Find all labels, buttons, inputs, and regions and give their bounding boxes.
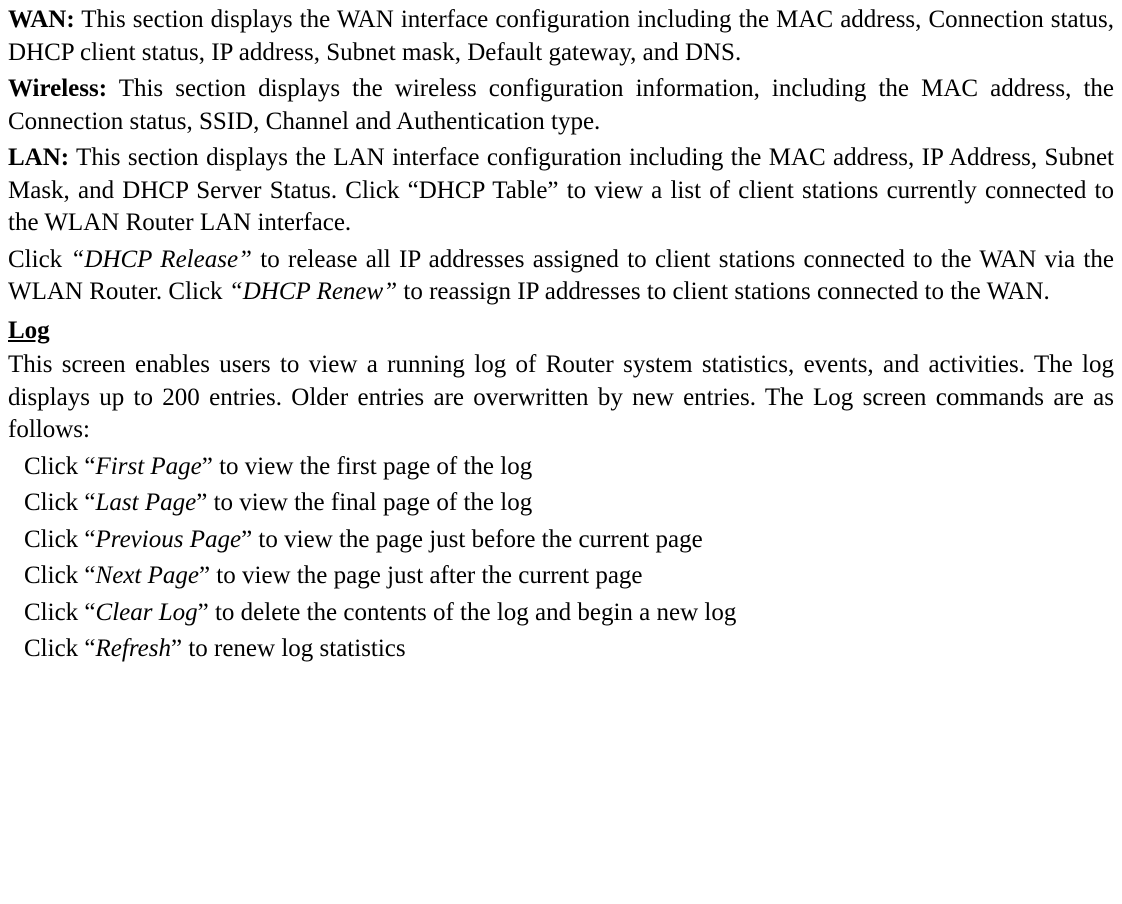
list-post: ” to view the first page of the log bbox=[202, 453, 532, 480]
list-item: Click “Clear Log” to delete the contents… bbox=[24, 597, 1114, 630]
heading-log: Log bbox=[8, 315, 1114, 348]
list-post: ” to view the page just before the curre… bbox=[241, 526, 703, 553]
text-wireless: This section displays the wireless confi… bbox=[8, 75, 1114, 135]
list-item: Click “Previous Page” to view the page j… bbox=[24, 524, 1114, 557]
paragraph-wireless: Wireless: This section displays the wire… bbox=[8, 73, 1114, 138]
paragraph-dhcp: Click “DHCP Release” to release all IP a… bbox=[8, 244, 1114, 309]
paragraph-lan: LAN: This section displays the LAN inter… bbox=[8, 142, 1114, 240]
text-dhcp-renew: “DHCP Renew” bbox=[229, 278, 397, 305]
label-wan: WAN: bbox=[8, 6, 75, 33]
list-cmd: Refresh bbox=[96, 635, 171, 662]
list-post: ” to renew log statistics bbox=[171, 635, 406, 662]
paragraph-wan: WAN: This section displays the WAN inter… bbox=[8, 4, 1114, 69]
list-cmd: Next Page bbox=[96, 562, 199, 589]
list-post: ” to view the final page of the log bbox=[196, 489, 532, 516]
list-pre: Click “ bbox=[24, 635, 96, 662]
label-wireless: Wireless: bbox=[8, 75, 107, 102]
label-lan: LAN: bbox=[8, 144, 69, 171]
text-dhcp-post: to reassign IP addresses to client stati… bbox=[397, 278, 1050, 305]
list-post: ” to view the page just after the curren… bbox=[199, 562, 643, 589]
text-dhcp-pre: Click bbox=[8, 246, 70, 273]
text-dhcp-release: “DHCP Release” bbox=[70, 246, 251, 273]
list-post: ” to delete the contents of the log and … bbox=[198, 599, 737, 626]
list-pre: Click “ bbox=[24, 453, 96, 480]
list-cmd: Clear Log bbox=[96, 599, 198, 626]
list-pre: Click “ bbox=[24, 599, 96, 626]
list-pre: Click “ bbox=[24, 526, 96, 553]
list-cmd: Previous Page bbox=[96, 526, 242, 553]
list-cmd: First Page bbox=[96, 453, 202, 480]
list-item: Click “Last Page” to view the final page… bbox=[24, 487, 1114, 520]
list-item: Click “Next Page” to view the page just … bbox=[24, 560, 1114, 593]
list-item: Click “First Page” to view the first pag… bbox=[24, 451, 1114, 484]
list-item: Click “Refresh” to renew log statistics bbox=[24, 633, 1114, 666]
text-lan: This section displays the LAN interface … bbox=[8, 144, 1114, 236]
list-cmd: Last Page bbox=[96, 489, 197, 516]
list-pre: Click “ bbox=[24, 489, 96, 516]
text-wan: This section displays the WAN interface … bbox=[8, 6, 1114, 66]
list-pre: Click “ bbox=[24, 562, 96, 589]
paragraph-log-intro: This screen enables users to view a runn… bbox=[8, 349, 1114, 447]
